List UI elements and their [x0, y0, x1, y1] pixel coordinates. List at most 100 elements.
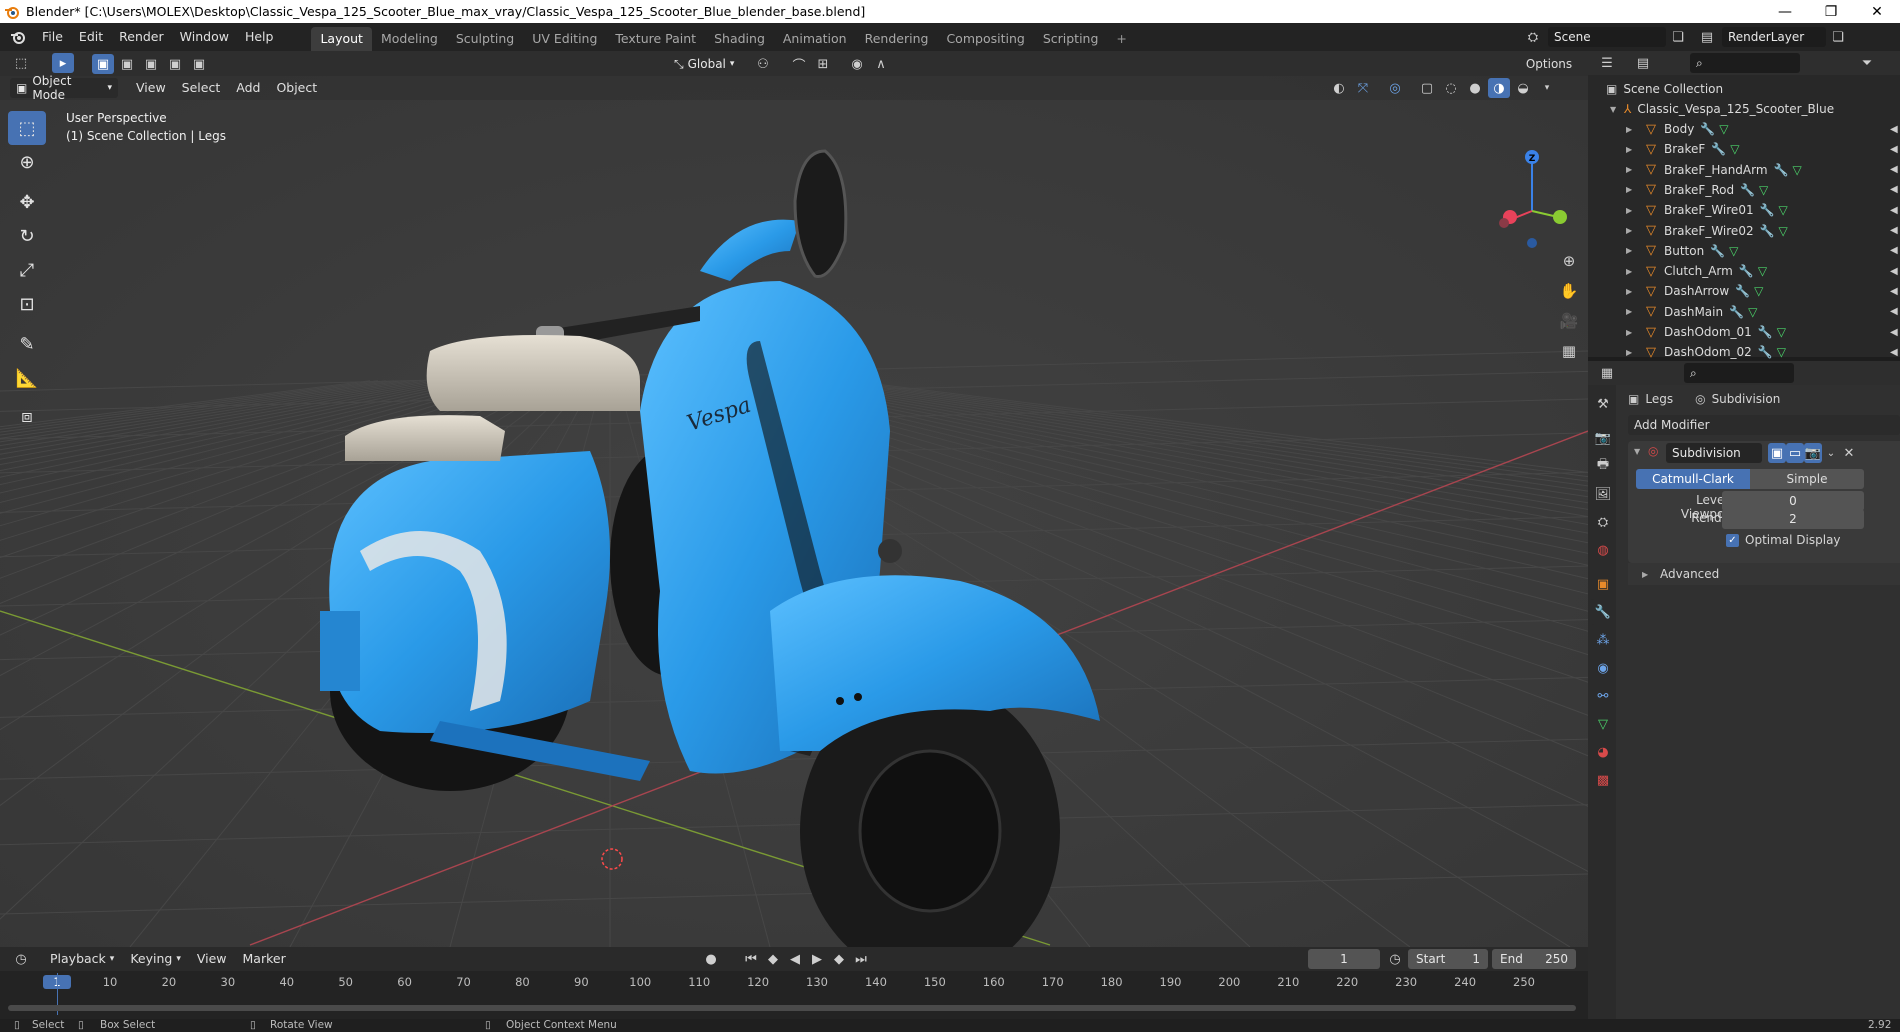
texture-tab-icon[interactable]: ▩	[1590, 767, 1616, 793]
workspace-tab-texture-paint[interactable]: Texture Paint	[606, 27, 705, 51]
record-icon[interactable]: ●	[700, 949, 722, 969]
workspace-tab-scripting[interactable]: Scripting	[1034, 27, 1108, 51]
3d-viewport[interactable]: Vespa ⬚ ▸ ▣ ▣ ▣ ▣ ▣ ⤡ Global ▾ ⚇ ⌒ ⊞ ◉ ∧…	[0, 51, 1588, 947]
viewport-toggle-icon[interactable]: ▭	[1786, 443, 1804, 463]
properties-editor[interactable]: ▦ ⌕ ⚒ 📷 🖶 🖼 ⛭ ◍ ▣ 🔧 ⁂ ◉ ⚯ ▽ ◕ ▩ ▣ Legs ◎…	[1588, 361, 1900, 1019]
scale-tool-icon[interactable]: ⤢	[8, 253, 46, 287]
scene-icon[interactable]: ⛭	[1522, 27, 1544, 47]
add-modifier-button[interactable]: Add Modifier	[1628, 415, 1900, 435]
expand-right-icon[interactable]: ▶	[1642, 570, 1652, 579]
add-cube-tool-icon[interactable]: ⧈	[8, 399, 46, 433]
outliner-item[interactable]: ▶ ▽ DashOdom_02 🔧 ▽ ◀	[1588, 342, 1900, 362]
play-reverse-icon[interactable]: ◀	[784, 949, 806, 969]
select-new-icon[interactable]: ▣	[92, 54, 114, 74]
restore-button[interactable]: ❐	[1808, 0, 1854, 23]
expand-right-icon[interactable]: ▶	[1626, 145, 1636, 154]
expand-right-icon[interactable]: ▶	[1626, 246, 1636, 255]
modifier-tab-icon[interactable]: 🔧	[1590, 599, 1616, 625]
outliner-item[interactable]: ▶ ▽ Button 🔧 ▽ ◀	[1588, 241, 1900, 261]
mesh-data-icon[interactable]: ▽	[1729, 244, 1738, 258]
mesh-data-icon[interactable]: ▽	[1777, 325, 1786, 339]
expand-down-icon[interactable]: ▼	[1610, 105, 1620, 114]
properties-editor-type-icon[interactable]: ▦	[1596, 363, 1618, 383]
pan-hand-icon[interactable]: ✋	[1558, 281, 1580, 301]
select-subtract-icon[interactable]: ▣	[140, 54, 162, 74]
render-tab-icon[interactable]: 📷	[1590, 425, 1616, 451]
advanced-subpanel[interactable]: ▶ Advanced	[1628, 563, 1900, 585]
view-layer-tab-icon[interactable]: 🖼	[1590, 481, 1616, 507]
proportional-edit-icon[interactable]: ◉	[846, 54, 868, 74]
outliner-editor-type-icon[interactable]: ☰	[1596, 53, 1618, 73]
menu-render[interactable]: Render	[111, 23, 172, 51]
cursor-tool-icon[interactable]: ⊕	[8, 145, 46, 179]
expand-right-icon[interactable]: ▶	[1626, 348, 1636, 357]
new-layer-icon[interactable]: ❏	[1830, 27, 1846, 47]
menu-edit[interactable]: Edit	[71, 23, 111, 51]
collapse-icon[interactable]: ▼	[1634, 447, 1644, 456]
mesh-data-icon[interactable]: ▽	[1754, 284, 1763, 298]
mesh-data-icon[interactable]: ▽	[1730, 142, 1739, 156]
modifier-wrench-icon[interactable]: 🔧	[1760, 224, 1775, 238]
jump-end-icon[interactable]: ⏭	[850, 949, 872, 969]
expand-right-icon[interactable]: ▶	[1626, 307, 1636, 316]
menu-window[interactable]: Window	[172, 23, 237, 51]
modifier-wrench-icon[interactable]: 🔧	[1758, 345, 1773, 359]
workspace-tab-shading[interactable]: Shading	[705, 27, 774, 51]
workspace-tab-layout[interactable]: Layout	[311, 27, 372, 51]
modifier-wrench-icon[interactable]: 🔧	[1711, 142, 1726, 156]
modifier-wrench-icon[interactable]: 🔧	[1758, 325, 1773, 339]
modifier-name-input[interactable]: Subdivision	[1666, 443, 1762, 463]
workspace-tab-compositing[interactable]: Compositing	[937, 27, 1033, 51]
render-layer-selector[interactable]: RenderLayer	[1722, 27, 1826, 47]
end-frame-field[interactable]: End 250	[1492, 949, 1576, 969]
pivot-point-icon[interactable]: ⚇	[752, 54, 774, 74]
outliner-item[interactable]: ▶ ▽ BrakeF_HandArm 🔧 ▽ ◀	[1588, 160, 1900, 180]
outliner-item[interactable]: ▶ ▽ BrakeF 🔧 ▽ ◀	[1588, 139, 1900, 159]
options-button[interactable]: Options	[1518, 54, 1580, 74]
shading-wireframe-icon[interactable]: ◌	[1440, 78, 1462, 98]
camera-view-icon[interactable]: 🎥	[1558, 311, 1580, 331]
zoom-icon[interactable]: ⊕	[1558, 251, 1580, 271]
outliner-item[interactable]: ▶ ▽ BrakeF_Wire02 🔧 ▽ ◀	[1588, 221, 1900, 241]
outliner-item[interactable]: ▶ ▽ Body 🔧 ▽ ◀	[1588, 119, 1900, 139]
mesh-data-icon[interactable]: ▽	[1793, 163, 1802, 177]
constraints-tab-icon[interactable]: ⚯	[1590, 683, 1616, 709]
outliner-item[interactable]: ▶ ▽ DashArrow 🔧 ▽ ◀	[1588, 281, 1900, 301]
modifier-wrench-icon[interactable]: 🔧	[1740, 183, 1755, 197]
mesh-data-icon[interactable]: ▽	[1748, 305, 1757, 319]
visibility-eye-icon[interactable]: ◀	[1890, 266, 1898, 277]
optimal-display-row[interactable]: ✓ Optimal Display	[1726, 533, 1841, 547]
modifier-wrench-icon[interactable]: 🔧	[1774, 163, 1789, 177]
shading-options-icon[interactable]: ▾	[1536, 78, 1558, 98]
visibility-eye-icon[interactable]: ◀	[1890, 306, 1898, 317]
modifier-menu-chevron-icon[interactable]: ⌄	[1822, 443, 1840, 463]
add-workspace-button[interactable]: +	[1107, 27, 1135, 51]
move-tool-icon[interactable]: ✥	[8, 185, 46, 219]
frame-ruler[interactable]: 1102030405060708090100110120130140150160…	[0, 973, 1588, 993]
material-tab-icon[interactable]: ◕	[1590, 739, 1616, 765]
prev-keyframe-icon[interactable]: ◆	[762, 949, 784, 969]
transform-orientation[interactable]: ⤡ Global ▾	[668, 54, 746, 74]
transform-tool-icon[interactable]: ⊡	[8, 287, 46, 321]
catmull-clark-option[interactable]: Catmull-Clark	[1636, 469, 1750, 489]
outliner-item[interactable]: ▶ ▽ DashMain 🔧 ▽ ◀	[1588, 302, 1900, 322]
visibility-eye-icon[interactable]: ◀	[1890, 144, 1898, 155]
gizmo-toggle-icon[interactable]: ⤧	[1352, 78, 1374, 98]
overlay-toggle-icon[interactable]: ◎	[1384, 78, 1406, 98]
tool-tab-icon[interactable]: ⚒	[1590, 391, 1616, 417]
checkbox-checked-icon[interactable]: ✓	[1726, 533, 1739, 547]
render-toggle-icon[interactable]: 📷	[1804, 443, 1822, 463]
expand-right-icon[interactable]: ▶	[1626, 328, 1636, 337]
modifier-wrench-icon[interactable]: 🔧	[1700, 122, 1715, 136]
outliner-search-input[interactable]: ⌕	[1690, 53, 1800, 73]
visibility-eye-icon[interactable]: ◀	[1890, 205, 1898, 216]
mesh-data-icon[interactable]: ▽	[1759, 183, 1768, 197]
output-tab-icon[interactable]: 🖶	[1590, 453, 1616, 479]
particles-tab-icon[interactable]: ⁂	[1590, 627, 1616, 653]
shading-material-icon[interactable]: ◑	[1488, 78, 1510, 98]
remove-modifier-icon[interactable]: ✕	[1840, 443, 1858, 463]
edit-mode-toggle-icon[interactable]: ▣	[1768, 443, 1786, 463]
outliner[interactable]: ☰ ▤ ⌕ ⏷ ▣ Scene Collection ▼ ⅄ Classic_V…	[1588, 51, 1900, 360]
expand-right-icon[interactable]: ▶	[1626, 287, 1636, 296]
visibility-eye-icon[interactable]: ◀	[1890, 245, 1898, 256]
